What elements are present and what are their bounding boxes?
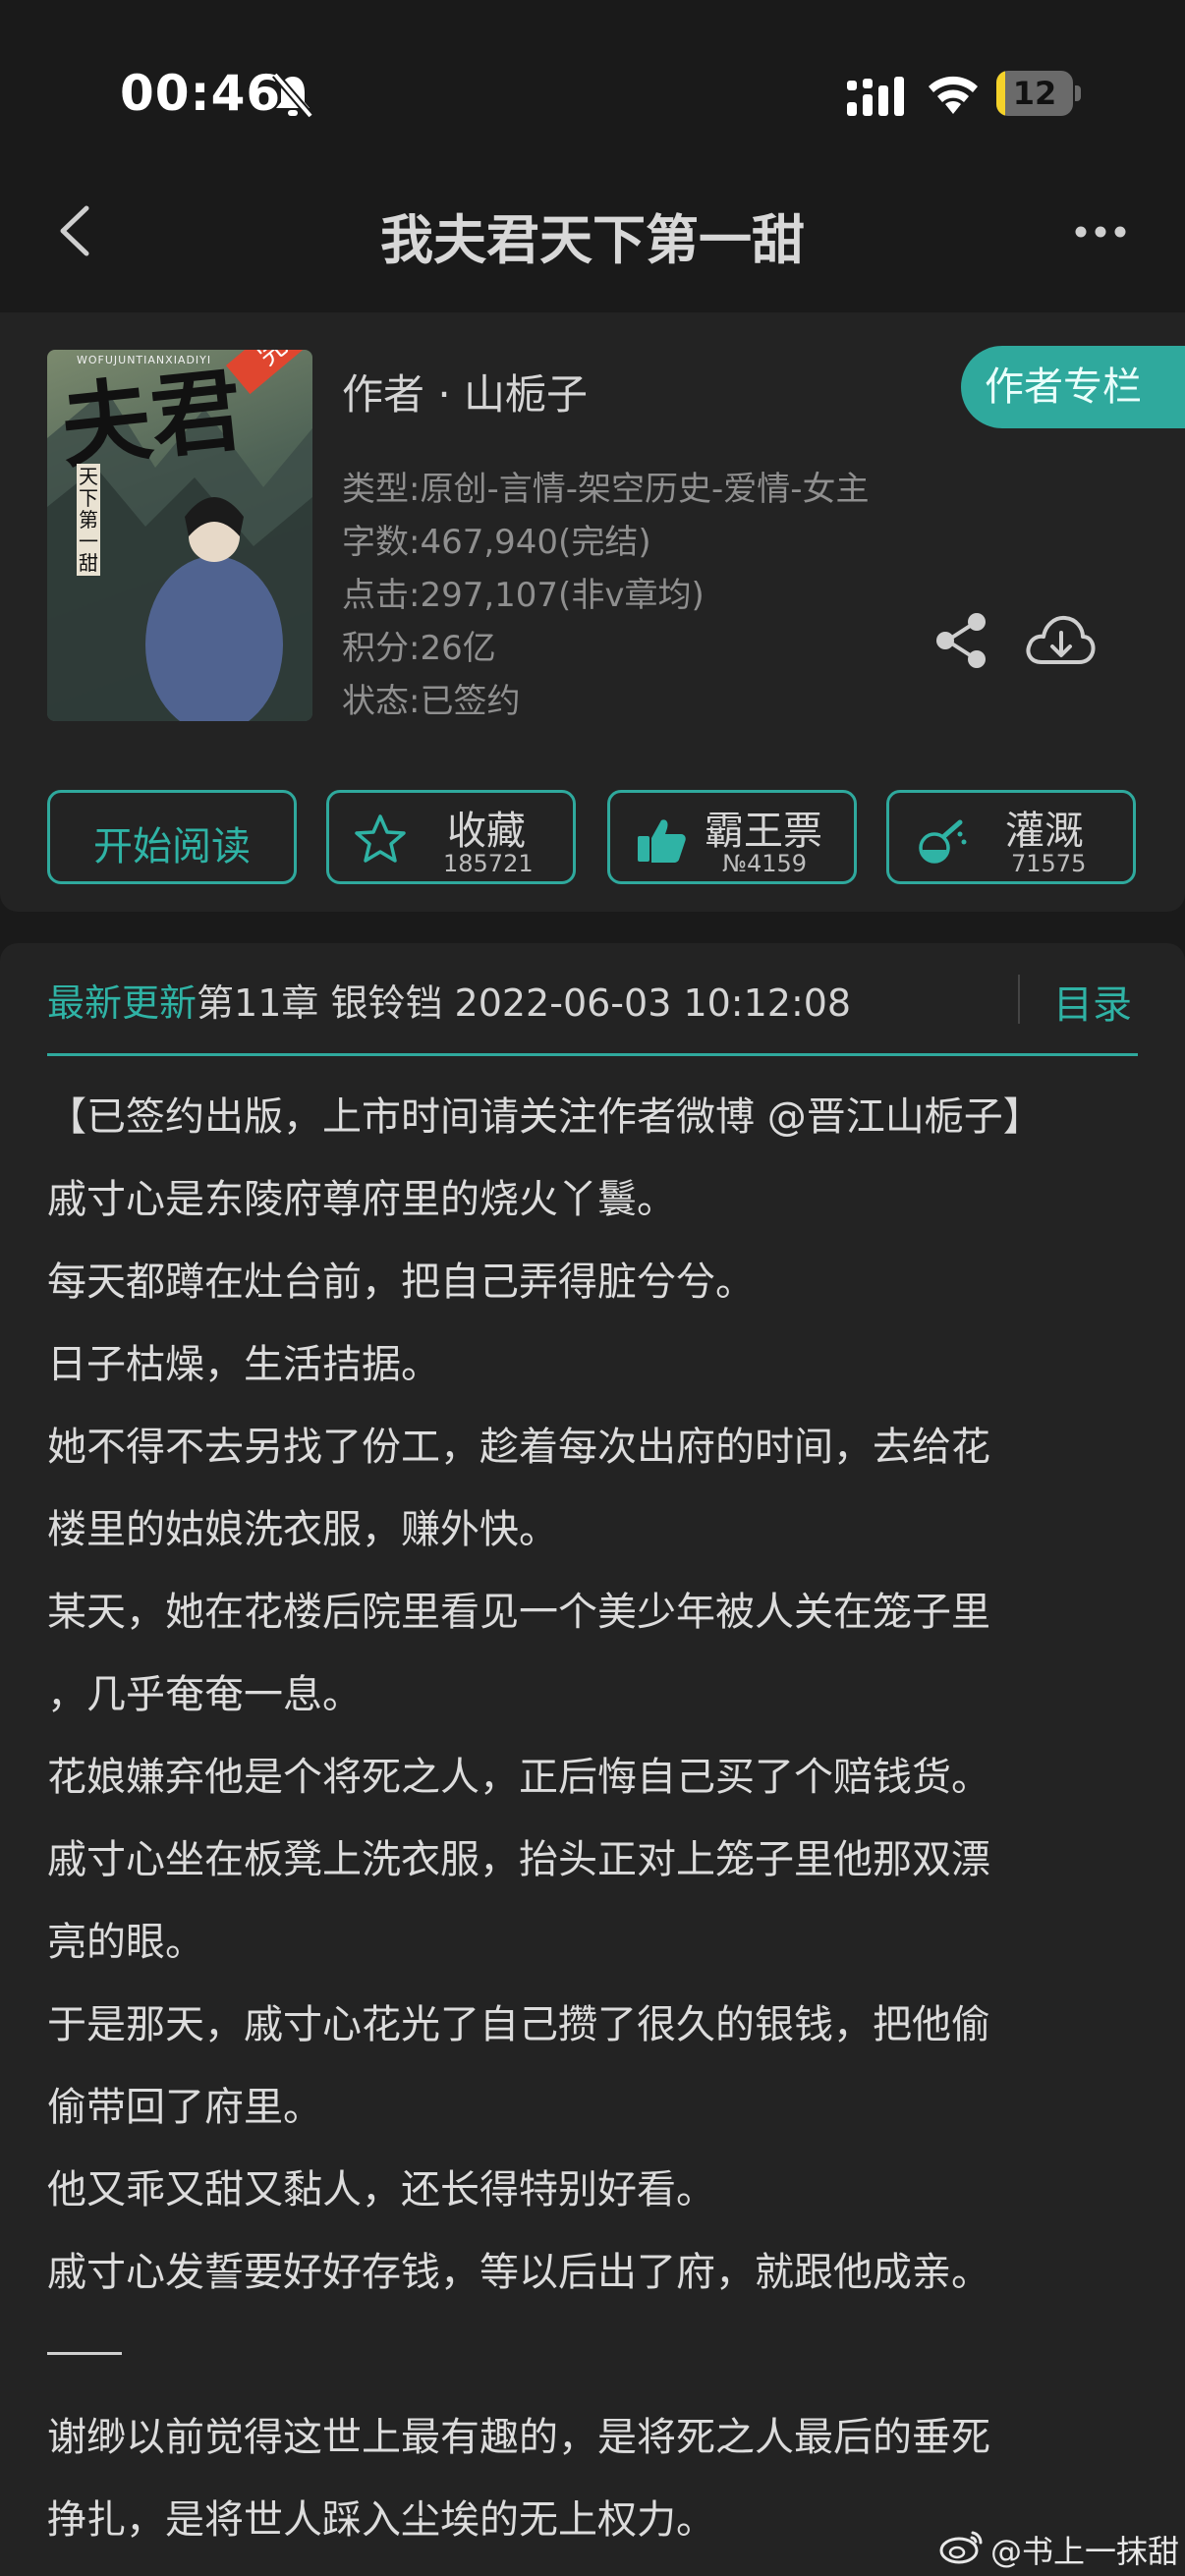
- thumbs-up-icon: [638, 819, 686, 863]
- battery-level: 12: [1012, 75, 1057, 112]
- author-name[interactable]: 作者 · 山栀子: [342, 362, 588, 421]
- synopsis-line: 戚寸心坐在板凳上洗衣服，抬头正对上笼子里他那双漂: [47, 1837, 990, 1882]
- table-of-contents-link[interactable]: 目录: [1053, 973, 1132, 1030]
- synopsis-line: 每天都蹲在灶台前，把自己弄得脏兮兮。: [47, 1260, 755, 1305]
- water-button[interactable]: 灌溉 71575: [886, 790, 1136, 884]
- synopsis-line: 楼里的姑娘洗衣服，赚外快。: [47, 1507, 558, 1552]
- status-time: 00:46: [120, 65, 282, 122]
- latest-update-label: 最新更新: [47, 981, 198, 1025]
- water-count: 71575: [1011, 850, 1087, 877]
- synopsis-line: 于是那天，戚寸心花光了自己攒了很久的银钱，把他偷: [47, 2002, 990, 2047]
- synopsis-line: 谢缈以前觉得这世上最有趣的，是将死之人最后的垂死: [47, 2415, 990, 2460]
- status-bar: 00:46 12: [0, 0, 1185, 187]
- cloud-download-icon[interactable]: [1022, 609, 1099, 672]
- watering-flask-icon: [919, 819, 967, 864]
- collect-button[interactable]: 收藏 185721: [326, 790, 576, 884]
- chevron-left-icon[interactable]: [51, 196, 100, 265]
- latest-chapter: 第11章 银铃铛 2022-06-03 10:12:08: [197, 981, 852, 1025]
- synopsis-line: 她不得不去另找了份工，趁着每次出府的时间，去给花: [47, 1425, 990, 1470]
- star-icon: [355, 814, 406, 863]
- section-divider: [47, 1053, 1138, 1056]
- synopsis-line: 花娘嫌弃他是个将死之人，正后悔自己买了个赔钱货。: [47, 1755, 990, 1800]
- synopsis-line: 某天，她在花楼后院里看见一个美少年被人关在笼子里: [47, 1590, 990, 1635]
- start-reading-label: 开始阅读: [93, 824, 251, 869]
- meta-word-count: 字数:467,940(完结): [342, 523, 651, 562]
- meta-genre: 类型:原创-言情-架空历史-爱情-女主: [342, 470, 870, 509]
- share-icon[interactable]: [931, 611, 990, 670]
- more-dots-icon[interactable]: [1071, 214, 1130, 250]
- cover-subtitle: 天下第一甜: [77, 464, 100, 576]
- page-title: 我夫君天下第一甜: [380, 209, 805, 271]
- weibo-icon: [939, 2531, 983, 2564]
- watermark-text: @书上一抹甜: [990, 2533, 1180, 2570]
- meta-score: 积分:26亿: [342, 629, 496, 668]
- overlord-ticket-rank: №4159: [722, 850, 808, 877]
- author-column-button[interactable]: 作者专栏: [961, 346, 1185, 428]
- section-dash: [47, 2352, 122, 2355]
- battery-indicator: 12: [996, 71, 1081, 116]
- synopsis-line: 偷带回了府里。: [47, 2085, 322, 2130]
- start-reading-button[interactable]: 开始阅读: [47, 790, 297, 884]
- collect-count: 185721: [443, 850, 534, 877]
- cover-title: 夫君: [55, 356, 248, 481]
- water-label: 灌溉: [1005, 809, 1084, 854]
- synopsis-line: 亮的眼。: [47, 1920, 204, 1965]
- synopsis-line: 他又乖又甜又黏人，还长得特别好看。: [47, 2167, 715, 2212]
- book-cover[interactable]: WOFUJUNTIANXIADIYI 夫君 天下第一甜 完结: [47, 350, 312, 721]
- divider: [1018, 975, 1020, 1024]
- synopsis-line: 挣扎，是将世人踩入尘埃的无上权力。: [47, 2497, 715, 2543]
- synopsis-line: 戚寸心是东陵府尊府里的烧火丫鬟。: [47, 1177, 676, 1222]
- cellular-signal-icon: [847, 77, 904, 116]
- synopsis-line: 【已签约出版，上市时间请关注作者微博 @晋江山栀子】: [47, 1094, 1043, 1140]
- meta-clicks: 点击:297,107(非v章均): [342, 576, 705, 615]
- latest-update-row[interactable]: 最新更新第11章 银铃铛 2022-06-03 10:12:08: [47, 973, 851, 1027]
- overlord-ticket-label: 霸王票: [705, 809, 822, 854]
- collect-label: 收藏: [447, 809, 526, 854]
- synopsis-line: 戚寸心发誓要好好存钱，等以后出了府，就跟他成亲。: [47, 2250, 990, 2295]
- synopsis-line: 日子枯燥，生活拮据。: [47, 1342, 440, 1387]
- overlord-ticket-button[interactable]: 霸王票 №4159: [607, 790, 857, 884]
- bell-muted-icon: [271, 72, 314, 119]
- meta-status: 状态:已签约: [342, 682, 521, 721]
- wifi-icon: [929, 76, 978, 114]
- synopsis-line: ，几乎奄奄一息。: [47, 1672, 362, 1717]
